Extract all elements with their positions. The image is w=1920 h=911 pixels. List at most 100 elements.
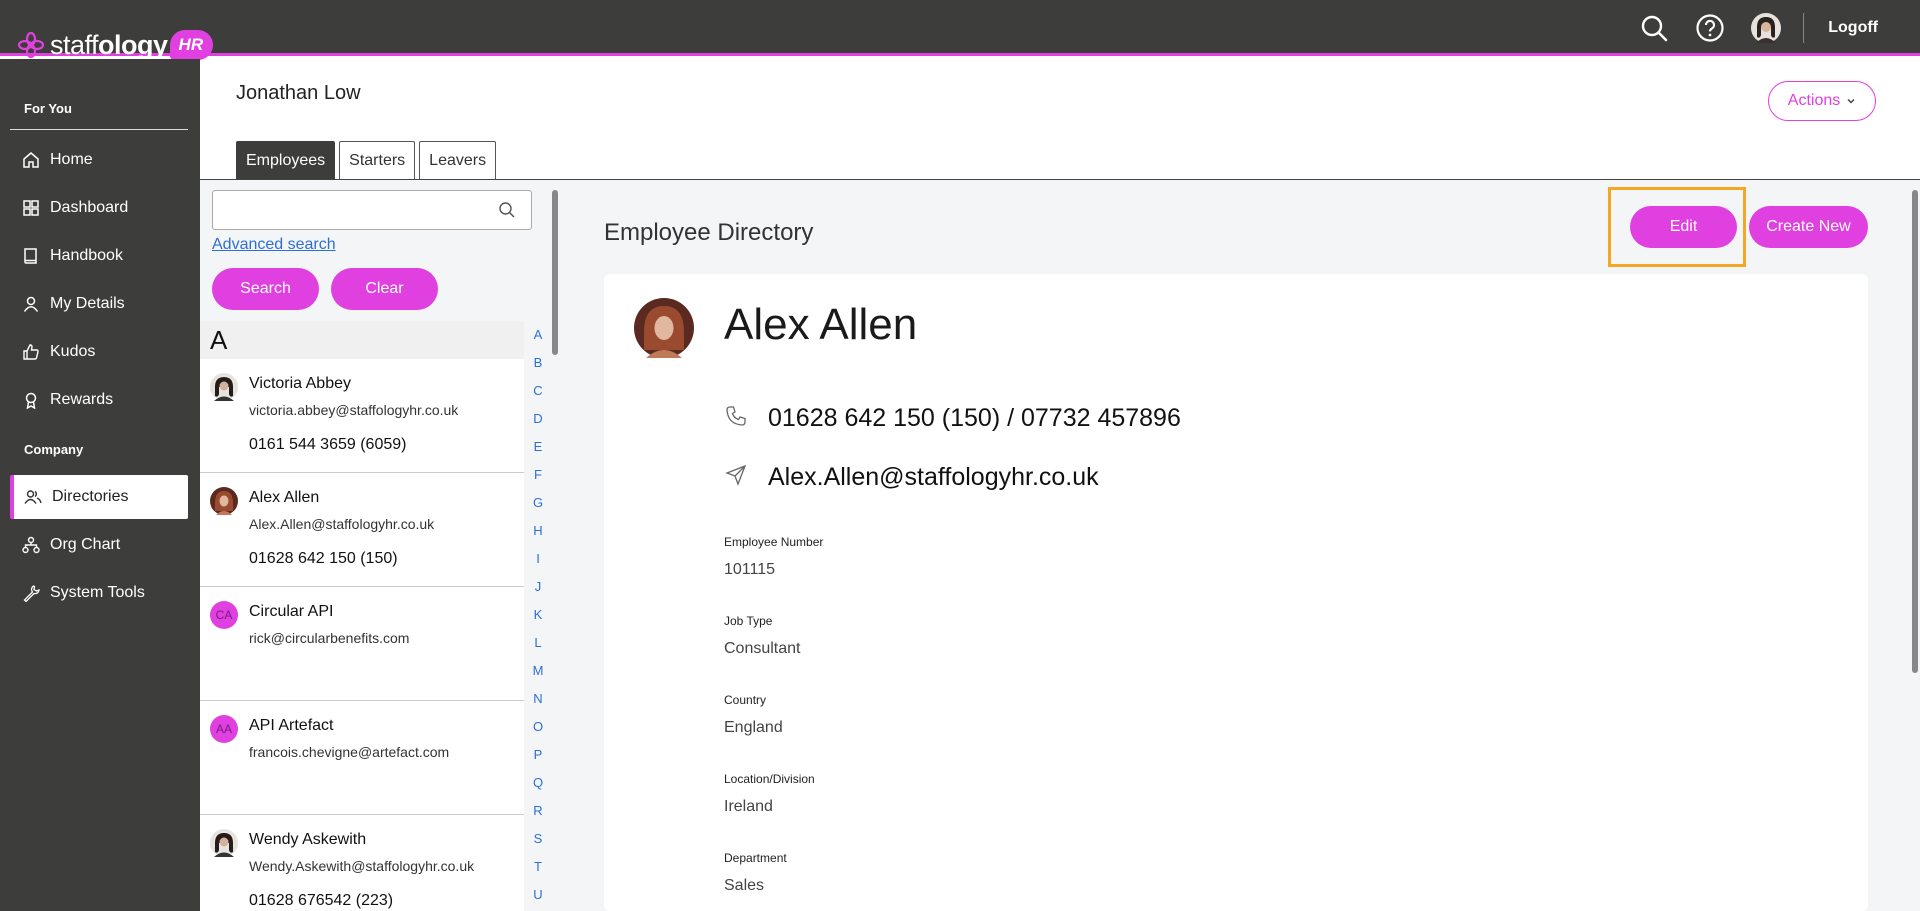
- field-label-department: Department: [724, 851, 787, 865]
- sidebar-item-label: Dashboard: [50, 199, 129, 216]
- directory-search-input[interactable]: [212, 190, 532, 230]
- logoff-button[interactable]: Logoff: [1828, 19, 1878, 37]
- actions-dropdown[interactable]: Actions: [1768, 81, 1876, 121]
- employee-email-line[interactable]: Alex.Allen@staffologyhr.co.uk: [768, 463, 1099, 492]
- avatar: CA: [210, 601, 238, 629]
- alpha-link-n[interactable]: N: [524, 685, 552, 713]
- sidebar-item-label: Home: [50, 151, 93, 168]
- alpha-link-f[interactable]: F: [524, 461, 552, 489]
- top-separator: [1803, 13, 1805, 43]
- edit-button[interactable]: Edit: [1630, 206, 1737, 248]
- alpha-link-p[interactable]: P: [524, 741, 552, 769]
- detail-scrollbar[interactable]: [1912, 190, 1918, 673]
- field-label-location-division: Location/Division: [724, 772, 815, 786]
- sidebar-item-label: Rewards: [50, 391, 114, 408]
- field-value-country: England: [724, 719, 783, 736]
- award-icon: [22, 391, 40, 409]
- employee-card: Alex Allen 01628 642 150 (150) / 07732 4…: [604, 274, 1868, 911]
- letter-group-header: A: [200, 321, 524, 359]
- alpha-link-e[interactable]: E: [524, 433, 552, 461]
- book-icon: [22, 247, 40, 265]
- alpha-link-q[interactable]: Q: [524, 769, 552, 797]
- alpha-link-b[interactable]: B: [524, 349, 552, 377]
- alpha-link-j[interactable]: J: [524, 573, 552, 601]
- users-icon: [24, 488, 42, 506]
- field-value-location-division: Ireland: [724, 798, 773, 815]
- sidebar-item-label: Handbook: [50, 247, 123, 264]
- sidebar-item-home[interactable]: Home: [10, 138, 188, 182]
- list-item[interactable]: CA Circular API rick@circularbenefits.co…: [200, 587, 524, 701]
- wrench-icon: [22, 584, 40, 602]
- search-button[interactable]: Search: [212, 268, 319, 310]
- alpha-link-a[interactable]: A: [524, 321, 552, 349]
- sidebar-item-label: My Details: [50, 295, 125, 312]
- sidebar-item-dashboard[interactable]: Dashboard: [10, 186, 188, 230]
- create-new-button[interactable]: Create New: [1749, 206, 1868, 248]
- employee-phone-line: 01628 642 150 (150) / 07732 457896: [768, 404, 1181, 432]
- alpha-link-i[interactable]: I: [524, 545, 552, 573]
- detail-title: Employee Directory: [604, 219, 814, 246]
- alpha-link-g[interactable]: G: [524, 489, 552, 517]
- list-item[interactable]: Wendy Askewith Wendy.Askewith@staffology…: [200, 815, 524, 911]
- field-value-employee-number: 101115: [724, 561, 776, 578]
- send-icon: [724, 463, 748, 487]
- alpha-link-r[interactable]: R: [524, 797, 552, 825]
- sidebar-item-org-chart[interactable]: Org Chart: [10, 523, 188, 567]
- sidebar-section-company: Company: [24, 442, 84, 457]
- employee-name: API Artefact: [249, 717, 334, 734]
- sidebar-item-kudos[interactable]: Kudos: [10, 330, 188, 374]
- employee-name: Circular API: [249, 603, 334, 620]
- employee-email: victoria.abbey@staffologyhr.co.uk: [249, 402, 459, 418]
- employee-phone: 01628 642 150 (150): [249, 550, 398, 567]
- alpha-link-o[interactable]: O: [524, 713, 552, 741]
- user-icon: [22, 295, 40, 313]
- list-scrollbar[interactable]: [552, 190, 558, 355]
- staffology-logo[interactable]: staffology HR: [16, 28, 214, 62]
- tab-bar: Employees Starters Leavers: [236, 141, 500, 179]
- sidebar-item-system-tools[interactable]: System Tools: [10, 571, 188, 615]
- logo-hr-badge: HR: [169, 30, 214, 60]
- alpha-link-m[interactable]: M: [524, 657, 552, 685]
- employee-name: Alex Allen: [249, 489, 320, 506]
- sidebar-item-label: Org Chart: [50, 536, 121, 553]
- user-avatar[interactable]: [1751, 13, 1782, 43]
- employee-name-heading: Alex Allen: [724, 300, 918, 349]
- employee-email: Alex.Allen@staffologyhr.co.uk: [249, 516, 435, 532]
- sidebar-item-rewards[interactable]: Rewards: [10, 378, 188, 422]
- alpha-link-t[interactable]: T: [524, 853, 552, 881]
- alphabet-index: A B C D E F G H I J K L M N O P Q R S T …: [524, 321, 552, 911]
- list-item[interactable]: AA API Artefact francois.chevigne@artefa…: [200, 701, 524, 815]
- clear-button[interactable]: Clear: [331, 268, 438, 310]
- list-item[interactable]: Alex Allen Alex.Allen@staffologyhr.co.uk…: [200, 473, 524, 587]
- tab-leavers[interactable]: Leavers: [419, 141, 497, 179]
- sidebar: For You Home Dashboard Handbook My Detai…: [0, 59, 200, 911]
- avatar: AA: [210, 715, 238, 743]
- page-title: Jonathan Low: [236, 82, 361, 104]
- search-icon[interactable]: [1639, 13, 1669, 43]
- field-label-employee-number: Employee Number: [724, 535, 824, 549]
- alpha-link-l[interactable]: L: [524, 629, 552, 657]
- list-item[interactable]: Victoria Abbey victoria.abbey@staffology…: [200, 359, 524, 473]
- field-label-country: Country: [724, 693, 767, 707]
- sidebar-item-handbook[interactable]: Handbook: [10, 234, 188, 278]
- sidebar-item-label: Directories: [52, 488, 129, 505]
- alpha-link-k[interactable]: K: [524, 601, 552, 629]
- alpha-link-c[interactable]: C: [524, 377, 552, 405]
- sidebar-item-directories[interactable]: Directories: [10, 475, 188, 519]
- sidebar-item-my-details[interactable]: My Details: [10, 282, 188, 326]
- advanced-search-link[interactable]: Advanced search: [212, 236, 336, 254]
- sidebar-item-label: System Tools: [50, 584, 145, 601]
- alpha-link-s[interactable]: S: [524, 825, 552, 853]
- employee-email: rick@circularbenefits.com: [249, 630, 410, 646]
- alpha-link-u[interactable]: U: [524, 881, 552, 909]
- employee-name: Victoria Abbey: [249, 375, 351, 392]
- actions-label: Actions: [1787, 92, 1841, 109]
- tab-employees[interactable]: Employees: [236, 141, 336, 179]
- alpha-link-d[interactable]: D: [524, 405, 552, 433]
- alpha-link-h[interactable]: H: [524, 517, 552, 545]
- avatar: [210, 373, 238, 401]
- help-icon[interactable]: [1695, 13, 1725, 43]
- employee-email: francois.chevigne@artefact.com: [249, 744, 450, 760]
- sidebar-item-label: Kudos: [50, 343, 96, 360]
- tab-starters[interactable]: Starters: [339, 141, 416, 179]
